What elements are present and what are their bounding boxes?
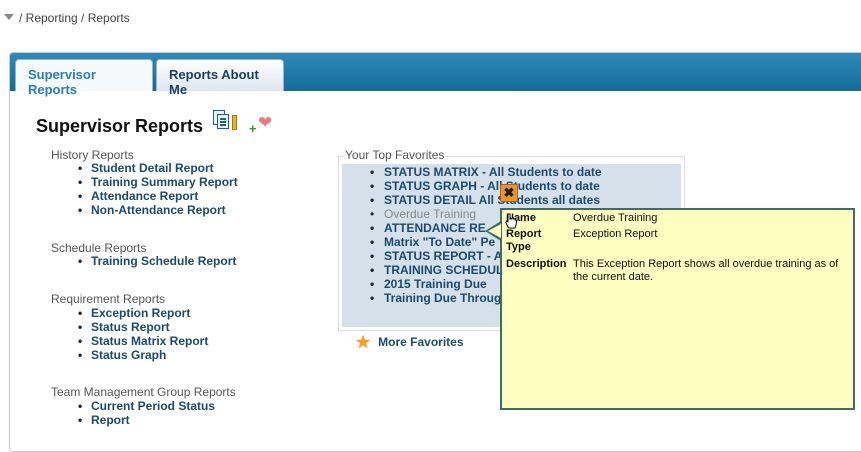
favorite-status-report[interactable]: STATUS REPORT - A [384, 249, 502, 263]
link-status-graph[interactable]: Status Graph [91, 348, 166, 362]
section-heading-schedule: Schedule Reports [51, 241, 147, 255]
section-heading-requirement: Requirement Reports [51, 292, 166, 306]
link-current-period-status-report-line2[interactable]: Report [91, 413, 130, 427]
tooltip-description-key: Description [506, 258, 567, 270]
list-item: Status Report [78, 320, 208, 334]
tooltip-description-value: This Exception Report shows all overdue … [573, 258, 839, 283]
close-icon[interactable]: ✖ [500, 184, 518, 202]
favorite-training-schedule[interactable]: TRAINING SCHEDUL [384, 263, 503, 277]
favorites-heading: Your Top Favorites [344, 148, 446, 162]
add-favorite-heart-icon[interactable]: + ❤ [249, 114, 275, 136]
link-non-attendance-report[interactable]: Non-Attendance Report [91, 203, 226, 217]
list-item: Non-Attendance Report [78, 203, 238, 217]
page-title: Supervisor Reports [36, 116, 204, 136]
more-favorites-link[interactable]: ★ More Favorites [355, 333, 464, 351]
list-item: Training Summary Report [78, 175, 238, 189]
favorite-training-due-through[interactable]: Training Due Throug [384, 291, 501, 305]
tooltip-arrow-fill [488, 224, 501, 238]
link-training-summary-report[interactable]: Training Summary Report [91, 175, 238, 189]
breadcrumb-text[interactable]: / Reporting / Reports [19, 11, 130, 25]
favorite-overdue-training[interactable]: Overdue Training [384, 207, 476, 221]
section-heading-history: History Reports [51, 148, 134, 162]
link-status-report[interactable]: Status Report [91, 320, 170, 334]
list-item: STATUS GRAPH - All Students to date [370, 179, 602, 193]
link-training-schedule-report[interactable]: Training Schedule Report [91, 254, 236, 268]
hand-pointer-icon [505, 213, 517, 229]
history-reports-list: Student Detail Report Training Summary R… [78, 161, 238, 217]
link-current-period-status-report[interactable]: Current Period Status [91, 399, 215, 413]
link-status-matrix-report[interactable]: Status Matrix Report [91, 334, 208, 348]
favorite-student-detail[interactable]: STATUS DETAIL All Students all dates [384, 193, 600, 207]
tooltip-type-key-2: Type [506, 241, 531, 253]
list-item: Status Graph [78, 348, 208, 362]
tab-bar: Supervisor Reports Reports About Me [10, 53, 861, 97]
title-icons: + ❤ [213, 110, 275, 136]
list-item: Attendance Report [78, 189, 238, 203]
favorite-matrix-to-date[interactable]: Matrix "To Date" Pe [384, 235, 495, 249]
list-item: Training Schedule Report [78, 254, 236, 268]
caret-down-icon[interactable] [4, 14, 14, 20]
link-attendance-report[interactable]: Attendance Report [91, 189, 198, 203]
requirement-reports-list: Exception Report Status Report Status Ma… [78, 306, 208, 362]
tooltip-type-value: Exception Report [573, 228, 658, 240]
documents-key-icon[interactable] [213, 110, 241, 134]
more-favorites-label: More Favorites [378, 335, 464, 349]
list-item: STATUS MATRIX - All Students to date [370, 165, 602, 179]
link-exception-report[interactable]: Exception Report [91, 306, 190, 320]
tab-reports-about-me[interactable]: Reports About Me [156, 59, 284, 97]
list-item: Status Matrix Report [78, 334, 208, 348]
tab-supervisor-reports[interactable]: Supervisor Reports [15, 59, 153, 97]
favorite-2015-training-due[interactable]: 2015 Training Due [384, 277, 487, 291]
list-item-continuation: Report [78, 413, 215, 427]
list-item: STATUS DETAIL All Students all dates [370, 193, 602, 207]
list-item: Exception Report [78, 306, 208, 320]
link-student-detail-report[interactable]: Student Detail Report [91, 161, 214, 175]
tooltip-name-value: Overdue Training [573, 212, 658, 224]
favorite-status-graph[interactable]: STATUS GRAPH - All Students to date [384, 179, 600, 193]
schedule-reports-list: Training Schedule Report [78, 254, 236, 268]
favorite-attendance-report[interactable]: ATTENDANCE RE [384, 221, 486, 235]
team-management-list: Current Period Status Report [78, 399, 215, 427]
list-item: Student Detail Report [78, 161, 238, 175]
favorite-status-matrix[interactable]: STATUS MATRIX - All Students to date [384, 165, 602, 179]
section-heading-team-management: Team Management Group Reports [51, 385, 236, 399]
breadcrumb: / Reporting / Reports [4, 11, 130, 25]
star-icon: ★ [355, 332, 372, 352]
list-item: Current Period Status [78, 399, 215, 413]
